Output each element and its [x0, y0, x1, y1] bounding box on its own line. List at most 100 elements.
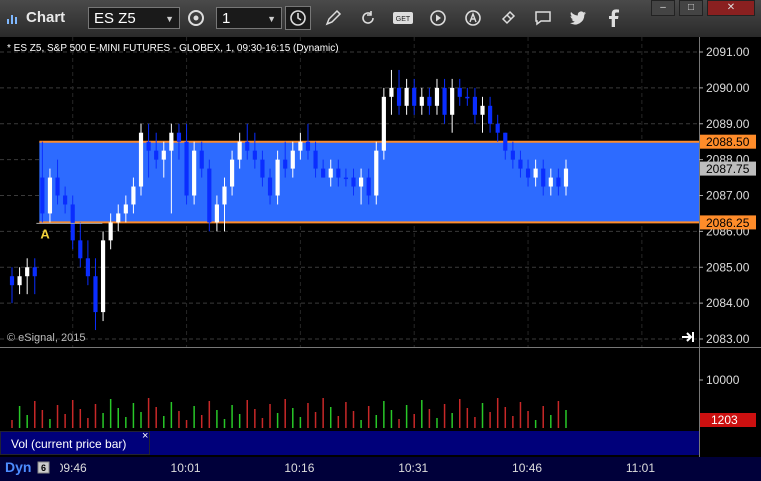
- price-tick-label: 2085.00: [706, 260, 750, 274]
- interval-input[interactable]: 1 ▼: [216, 7, 282, 29]
- window-title: Chart: [26, 9, 66, 26]
- time-axis-label: 10:16: [284, 461, 315, 475]
- annotation-label: A: [40, 226, 50, 241]
- candle-body: [389, 87, 394, 97]
- candle-body: [488, 105, 493, 124]
- dynamic-label[interactable]: Dyn 6: [0, 457, 60, 481]
- chevron-down-icon[interactable]: ▼: [165, 8, 174, 30]
- candle-body: [207, 168, 212, 223]
- candle-body: [176, 132, 182, 142]
- candle-body: [9, 276, 15, 286]
- minimize-button[interactable]: –: [651, 0, 675, 16]
- lock-icon[interactable]: 6: [37, 461, 50, 474]
- refresh-icon[interactable]: [355, 6, 381, 30]
- twitter-icon[interactable]: [565, 6, 591, 30]
- copyright-label: © eSignal, 2015: [7, 332, 86, 344]
- jump-to-end-icon[interactable]: [680, 330, 696, 344]
- candle-body: [396, 87, 402, 106]
- time-axis-label: 10:46: [512, 461, 543, 475]
- candle-body: [336, 168, 341, 178]
- candle-body: [351, 177, 356, 187]
- time-axis-label: 09:46: [56, 461, 87, 475]
- candle-body: [63, 195, 68, 205]
- candle-body: [366, 177, 371, 196]
- candle-body: [328, 168, 333, 178]
- candle-body: [472, 96, 478, 115]
- candle-body: [480, 105, 485, 115]
- candle-body: [161, 150, 166, 160]
- candle-body: [434, 87, 440, 106]
- svg-text:GET: GET: [396, 16, 411, 23]
- chevron-down-icon[interactable]: ▼: [267, 8, 276, 30]
- candle-body: [252, 150, 257, 160]
- candle-body: [313, 150, 318, 169]
- candle-body: [305, 141, 311, 151]
- candle-body: [214, 204, 219, 223]
- candle-body: [556, 177, 561, 187]
- symbol-input[interactable]: ES Z5 ▼: [88, 7, 180, 29]
- volume-label: Vol (current price bar): [0, 431, 150, 455]
- candle-body: [457, 87, 462, 97]
- candle-body: [25, 267, 30, 277]
- candle-body: [321, 168, 326, 178]
- candle-body: [55, 177, 60, 196]
- clock-icon[interactable]: [285, 6, 311, 30]
- candle-body: [518, 159, 523, 169]
- get-icon[interactable]: GET: [390, 6, 416, 30]
- candle-body: [442, 87, 447, 115]
- close-icon[interactable]: ×: [142, 430, 148, 442]
- play-icon[interactable]: [425, 6, 451, 30]
- candle-body: [533, 168, 538, 178]
- candle-body: [548, 177, 553, 187]
- price-chart[interactable]: 2083.002084.002085.002086.002087.002088.…: [0, 37, 761, 457]
- link-icon[interactable]: [495, 6, 521, 30]
- candle-body: [146, 141, 151, 151]
- candle-body: [154, 150, 159, 160]
- volume-status-band: [150, 431, 699, 455]
- candle-body: [40, 177, 45, 214]
- range-high-label: 2088.50: [706, 135, 750, 149]
- time-axis-bar: 09:46 10:01 10:16 10:31 10:46 11:01: [0, 457, 761, 481]
- candle-body: [222, 186, 227, 205]
- close-button[interactable]: ✕: [707, 0, 755, 16]
- pencil-icon[interactable]: [320, 6, 346, 30]
- candle-body: [123, 204, 128, 214]
- chat-icon[interactable]: [530, 6, 556, 30]
- candle-body: [260, 159, 265, 178]
- candle-body: [359, 177, 364, 187]
- candle-body: [192, 150, 197, 196]
- price-tick-label: 2091.00: [706, 45, 750, 59]
- candle-body: [541, 168, 546, 187]
- current-price-label: 2087.75: [706, 162, 750, 176]
- candle-body: [343, 177, 348, 180]
- candle-body: [93, 276, 98, 313]
- settings-icon[interactable]: [183, 6, 209, 30]
- svg-text:6: 6: [41, 463, 46, 473]
- candle-body: [503, 132, 508, 151]
- candle-body: [495, 123, 500, 133]
- range-low-label: 2086.25: [706, 216, 750, 230]
- candle-body: [525, 168, 531, 178]
- candle-body: [199, 150, 204, 169]
- time-axis-label: 11:01: [625, 461, 656, 475]
- title-bar: Chart ES Z5 ▼ 1 ▼ GET – □ ✕: [0, 0, 761, 38]
- volume-current-label: 1203: [711, 413, 738, 427]
- facebook-icon[interactable]: [600, 6, 626, 30]
- candle-body: [450, 87, 455, 115]
- dynamic-text: Dyn: [5, 459, 32, 475]
- price-axis: 2083.002084.002085.002086.002087.002088.…: [699, 37, 761, 457]
- symbol-value: ES Z5: [94, 10, 136, 27]
- candle-body: [100, 240, 106, 313]
- candle-body: [427, 96, 432, 106]
- candle-body: [267, 177, 273, 196]
- candle-body: [78, 240, 83, 259]
- price-tick-label: 2090.00: [706, 81, 750, 95]
- alert-icon[interactable]: [460, 6, 486, 30]
- candle-body: [283, 159, 288, 169]
- maximize-button[interactable]: □: [679, 0, 703, 16]
- candle-body: [17, 276, 22, 286]
- candle-body: [563, 168, 569, 187]
- candle-body: [374, 150, 379, 196]
- interval-value: 1: [222, 10, 231, 27]
- candle-body: [412, 87, 417, 106]
